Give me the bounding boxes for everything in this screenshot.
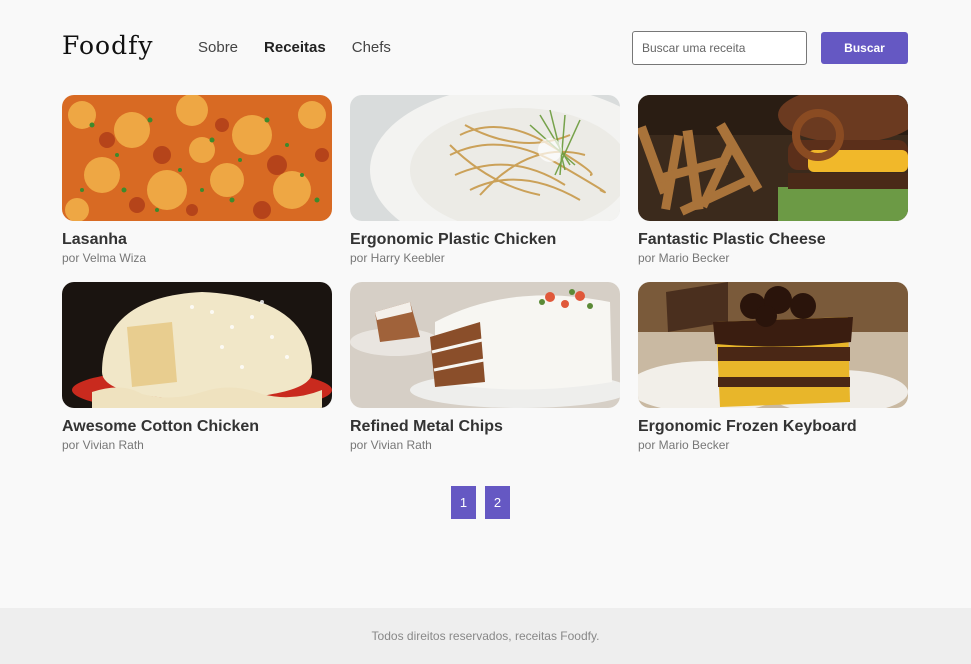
search-input[interactable] bbox=[632, 31, 807, 65]
main-nav: Sobre Receitas Chefs bbox=[198, 39, 391, 56]
page-2-button[interactable]: 2 bbox=[485, 486, 510, 519]
recipe-card[interactable]: Awesome Cotton Chicken por Vivian Rath bbox=[62, 282, 332, 452]
site-footer: Todos direitos reservados, receitas Food… bbox=[0, 608, 971, 664]
nav-chefs[interactable]: Chefs bbox=[352, 39, 391, 56]
logo[interactable]: Foodfy bbox=[62, 31, 153, 61]
recipe-title[interactable]: Lasanha bbox=[62, 231, 332, 249]
pagination: 1 2 bbox=[451, 486, 510, 519]
search-button[interactable]: Buscar bbox=[821, 32, 908, 64]
recipe-author: por Harry Keebler bbox=[350, 251, 445, 265]
carrot-cake-image bbox=[350, 282, 620, 408]
recipe-grid: Lasanha por Velma Wiza Ergonomic Plastic… bbox=[62, 95, 908, 452]
recipe-card[interactable]: Lasanha por Velma Wiza bbox=[62, 95, 332, 265]
chocolate-cake-image bbox=[638, 282, 908, 408]
nav-sobre[interactable]: Sobre bbox=[198, 39, 238, 56]
burger-image bbox=[638, 95, 908, 221]
recipe-author: por Vivian Rath bbox=[62, 438, 144, 452]
recipe-image-chocolate-cake[interactable] bbox=[638, 282, 908, 408]
coconut-cake-image bbox=[62, 282, 332, 408]
recipe-card[interactable]: Ergonomic Frozen Keyboard por Mario Beck… bbox=[638, 282, 908, 452]
recipe-image-burger[interactable] bbox=[638, 95, 908, 221]
footer-text: Todos direitos reservados, receitas Food… bbox=[371, 629, 600, 643]
recipe-author: por Vivian Rath bbox=[350, 438, 432, 452]
site-header: Foodfy Sobre Receitas Chefs Buscar bbox=[62, 31, 908, 65]
recipe-image-carrot-cake[interactable] bbox=[350, 282, 620, 408]
page-1-button[interactable]: 1 bbox=[451, 486, 476, 519]
recipe-title[interactable]: Ergonomic Plastic Chicken bbox=[350, 231, 620, 249]
recipe-author: por Mario Becker bbox=[638, 438, 730, 452]
recipe-author: por Velma Wiza bbox=[62, 251, 147, 265]
recipe-title[interactable]: Refined Metal Chips bbox=[350, 418, 620, 436]
recipe-image-lasanha[interactable] bbox=[62, 95, 332, 221]
recipe-title[interactable]: Awesome Cotton Chicken bbox=[62, 418, 332, 436]
recipe-image-coconut-cake[interactable] bbox=[62, 282, 332, 408]
recipe-card[interactable]: Refined Metal Chips por Vivian Rath bbox=[350, 282, 620, 452]
recipe-card[interactable]: Ergonomic Plastic Chicken por Harry Keeb… bbox=[350, 95, 620, 265]
recipe-title[interactable]: Ergonomic Frozen Keyboard bbox=[638, 418, 908, 436]
recipe-card[interactable]: Fantastic Plastic Cheese por Mario Becke… bbox=[638, 95, 908, 265]
recipe-author: por Mario Becker bbox=[638, 251, 730, 265]
recipe-title[interactable]: Fantastic Plastic Cheese bbox=[638, 231, 908, 249]
recipe-image-noodles[interactable] bbox=[350, 95, 620, 221]
noodles-image bbox=[350, 95, 620, 221]
lasagna-image bbox=[62, 95, 332, 221]
nav-receitas[interactable]: Receitas bbox=[264, 39, 326, 56]
